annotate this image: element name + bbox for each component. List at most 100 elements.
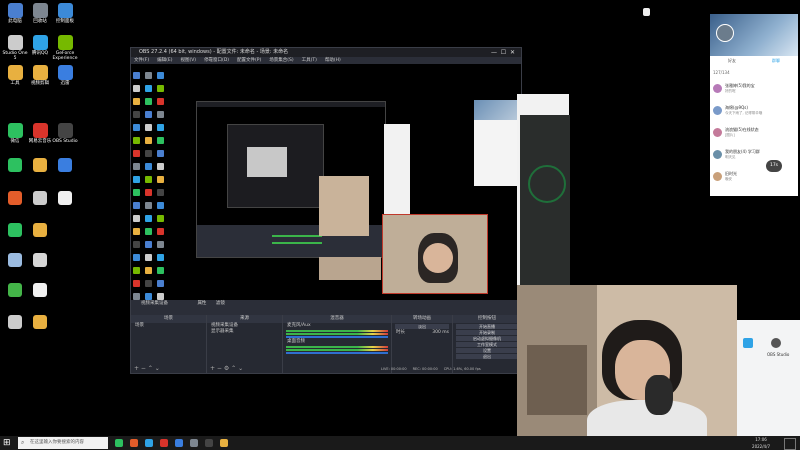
avatar xyxy=(713,150,722,159)
obs-window[interactable]: OBS 27.2.4 (64 bit, windows) - 配置文件: 未命名… xyxy=(130,47,522,374)
nested-chat-window xyxy=(474,100,518,186)
desktop-shortcut-icon[interactable] xyxy=(33,191,47,205)
transition-type-select[interactable]: 淡出 xyxy=(395,324,449,329)
desktop-icon[interactable]: 控制面板 xyxy=(50,3,80,24)
scene-item[interactable]: 场景 xyxy=(131,323,206,329)
nested-desktop-icon xyxy=(145,267,152,274)
settings-button[interactable]: 设置 xyxy=(456,348,518,353)
rec-timer: REC: 00:00:00 xyxy=(412,367,438,371)
window-controls[interactable]: — ☐ ✕ xyxy=(491,48,515,57)
contact-row[interactable]: 海绵(@9Qs) 今天下雨了, 记得带伞哦 xyxy=(713,104,797,124)
menu-item[interactable]: 场景集合(S) xyxy=(269,57,293,64)
windows-start-icon[interactable]: ⊞ xyxy=(3,438,11,448)
menu-item[interactable]: 配置文件(P) xyxy=(237,57,261,64)
desktop-icon[interactable]: OBS Studio xyxy=(50,123,80,144)
menu-item[interactable]: 帮助(H) xyxy=(325,57,341,64)
desktop-shortcut-icon[interactable] xyxy=(33,253,47,267)
start-recording-button[interactable]: 开始录制 xyxy=(456,330,518,335)
mixer-meter xyxy=(286,349,388,351)
nested-desktop-icon xyxy=(133,293,140,300)
desktop-shortcut-icon[interactable] xyxy=(8,158,22,172)
webcam-source[interactable] xyxy=(382,214,488,294)
menu-item[interactable]: 编辑(E) xyxy=(157,57,172,64)
edge-icon[interactable] xyxy=(175,439,183,447)
settings-icon[interactable] xyxy=(190,439,198,447)
contact-row[interactable]: 张雅婷(5)我的宝 好的呢 xyxy=(713,82,797,102)
contact-group-header[interactable]: 127/134 xyxy=(710,70,798,78)
desktop-shortcut-icon[interactable] xyxy=(8,253,22,267)
desktop-shortcut-icon[interactable] xyxy=(8,283,22,297)
tab-groups[interactable]: 群聊 xyxy=(772,58,780,66)
menu-item[interactable]: 工具(T) xyxy=(302,57,317,64)
controls-dock-title: 控制按钮 xyxy=(453,315,521,323)
app-icon[interactable] xyxy=(743,338,753,348)
phone-mirror-window[interactable] xyxy=(520,115,570,285)
menu-item[interactable]: 文件(F) xyxy=(134,57,149,64)
avatar[interactable] xyxy=(716,24,734,42)
avatar xyxy=(713,106,722,115)
qq-icon[interactable] xyxy=(145,439,153,447)
record-ring-icon xyxy=(528,165,566,203)
menu-item[interactable]: 视图(V) xyxy=(180,57,196,64)
filters-button[interactable]: 滤镜 xyxy=(216,301,225,306)
desktop-shortcut-icon[interactable] xyxy=(8,315,22,329)
desktop-shortcut-icon[interactable] xyxy=(8,191,22,205)
tray-pet-icon[interactable] xyxy=(643,8,650,16)
studio-mode-button[interactable]: 工作室模式 xyxy=(456,342,518,347)
tab-friends[interactable]: 好友 xyxy=(728,58,736,66)
nested-desktop-icon xyxy=(133,137,140,144)
obs-preview[interactable]: 视频采集设备 属性 滤镜 xyxy=(131,64,521,307)
desktop-shortcut-icon[interactable] xyxy=(58,158,72,172)
volume-slider[interactable] xyxy=(286,336,388,338)
desktop-shortcut-icon[interactable] xyxy=(8,223,22,237)
desktop-shortcut-icon[interactable] xyxy=(33,223,47,237)
source-add-remove[interactable]: + − ⚙ ⌃ ⌄ xyxy=(210,365,243,372)
browser-icon[interactable] xyxy=(130,439,138,447)
folder-icon xyxy=(7,65,23,80)
volume-slider[interactable] xyxy=(286,352,388,354)
netease-music-icon[interactable] xyxy=(160,439,168,447)
contact-row[interactable]: 我的朋友(4) 学习群 明天见 xyxy=(713,148,797,168)
start-streaming-button[interactable]: 开始直播 xyxy=(456,324,518,329)
obs-titlebar[interactable]: OBS 27.2.4 (64 bit, windows) - 配置文件: 未命名… xyxy=(131,48,521,57)
desktop-shortcut-icon[interactable] xyxy=(58,191,72,205)
exit-button[interactable]: 退出 xyxy=(456,354,518,359)
contact-row[interactable]: 旧时光 晚安 xyxy=(713,170,797,190)
wechat-icon[interactable] xyxy=(115,439,123,447)
file-explorer-icon[interactable] xyxy=(220,439,228,447)
avatar xyxy=(713,128,722,137)
desktop-shortcut-icon[interactable] xyxy=(33,283,47,297)
chat-window[interactable]: 好友 群聊 127/134 张雅婷(5)我的宝 好的呢 海绵(@9Qs) 今天下雨了,… xyxy=(710,14,798,196)
menu-item[interactable]: 停靠窗口(D) xyxy=(204,57,229,64)
contact-last-message: 晚安 xyxy=(725,177,732,181)
taskbar-search-box[interactable]: ⌕ 在这里输入你要搜索的内容 xyxy=(18,437,108,449)
nested-webcam-2 xyxy=(319,176,369,236)
desktop-icon-label: OBS Studio xyxy=(52,139,78,144)
qq-icon xyxy=(32,35,48,50)
desktop-shortcut-icon[interactable] xyxy=(33,315,47,329)
obs-icon[interactable] xyxy=(205,439,213,447)
duration-input[interactable]: 300 ms xyxy=(432,330,449,336)
netease-music-icon xyxy=(32,123,48,138)
nested-desktop-icon xyxy=(133,163,140,170)
desktop-icon[interactable]: 迅雷 xyxy=(50,65,80,86)
taskbar-clock[interactable]: 17:06 2022/4/7 xyxy=(752,436,770,450)
nested-desktop-icon xyxy=(145,85,152,92)
scene-bar: 视频采集设备 属性 滤镜 xyxy=(131,300,521,307)
geforce-icon xyxy=(57,35,73,50)
virtual-camera-button[interactable]: 启动虚拟摄像机 xyxy=(456,336,518,341)
contact-row[interactable]: 流浪猫(5)在线状态 [图片] xyxy=(713,126,797,146)
properties-button[interactable]: 属性 xyxy=(197,301,206,306)
source-item[interactable]: 显示器采集 xyxy=(207,329,282,335)
scene-add-remove[interactable]: + − ⌃ ⌄ xyxy=(134,365,160,372)
side-app-window[interactable]: OBS Studio xyxy=(737,320,800,436)
desktop-shortcut-icon[interactable] xyxy=(33,158,47,172)
nested-desktop-icon xyxy=(133,98,140,105)
control-panel-icon xyxy=(57,3,73,18)
unread-badge[interactable]: 17s xyxy=(766,160,782,172)
obs-icon[interactable] xyxy=(771,338,781,348)
notification-icon[interactable] xyxy=(784,438,796,450)
nested-desktop-icon xyxy=(133,189,140,196)
desktop-icon[interactable]: GeForce Experience xyxy=(50,35,80,61)
nested-desktop-icon xyxy=(133,150,140,157)
